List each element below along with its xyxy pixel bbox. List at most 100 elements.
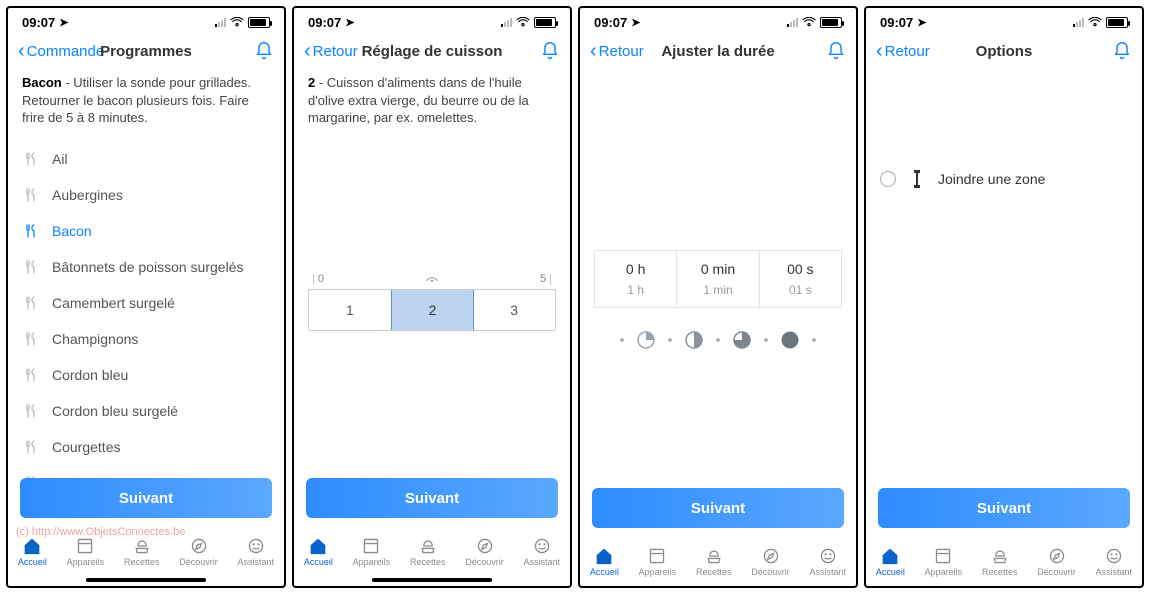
status-bar: 09:07➤: [8, 8, 284, 32]
program-list[interactable]: AilAuberginesBaconBâtonnets de poisson s…: [22, 141, 270, 478]
status-time: 09:07: [594, 15, 627, 30]
tab-recipes[interactable]: Recettes: [124, 537, 160, 567]
bell-icon[interactable]: [826, 41, 846, 61]
wifi-icon: [230, 17, 244, 27]
chevron-left-icon: ‹: [18, 41, 25, 61]
level-description: 2 - Cuisson d'aliments dans de l'huile d…: [308, 74, 556, 127]
utensils-icon: [24, 440, 38, 454]
list-item[interactable]: Camembert surgelé: [22, 285, 270, 321]
tab-assistant[interactable]: Assistant: [524, 537, 561, 567]
screen-reglage: 09:07➤ ‹Retour Réglage de cuisson 2 - Cu…: [292, 6, 572, 588]
home-indicator: [86, 578, 206, 582]
screen-programmes: 09:07➤ ‹Commande Programmes Bacon - Util…: [6, 6, 286, 588]
tab-home[interactable]: Accueil: [18, 537, 47, 567]
back-button[interactable]: ‹Retour: [304, 41, 358, 61]
tab-bar: Accueil Appareils Recettes Découvrir Assista…: [866, 536, 1142, 586]
tab-discover[interactable]: Découvrir: [1037, 547, 1076, 577]
status-bar: 09:07➤: [294, 8, 570, 32]
tab-home[interactable]: Accueil: [304, 537, 333, 567]
tab-bar: Accueil Appareils Recettes Découvrir Assista…: [580, 536, 856, 586]
battery-icon: [248, 17, 270, 28]
back-button[interactable]: ‹Retour: [876, 41, 930, 61]
tab-bar: Accueil Appareils Recettes Découvrir Assista…: [294, 526, 570, 576]
pie-quarter-icon: [636, 330, 656, 350]
segment-2[interactable]: 2: [391, 289, 475, 331]
tab-assistant[interactable]: Assistant: [238, 537, 275, 567]
tab-assistant[interactable]: Assistant: [810, 547, 847, 577]
tab-discover[interactable]: Découvrir: [465, 537, 504, 567]
zone-icon: [910, 170, 924, 188]
tab-devices[interactable]: Appareils: [353, 537, 391, 567]
bell-icon[interactable]: [540, 41, 560, 61]
battery-icon: [1106, 17, 1128, 28]
utensils-icon: [24, 188, 38, 202]
tab-discover[interactable]: Découvrir: [179, 537, 218, 567]
status-time: 09:07: [22, 15, 55, 30]
utensils-icon: [24, 296, 38, 310]
level-segmented[interactable]: 123: [308, 289, 556, 331]
tab-devices[interactable]: Appareils: [925, 547, 963, 577]
picker-column[interactable]: 00 s01 s: [760, 251, 841, 307]
tab-bar: Accueil Appareils Recettes Découvrir Assista…: [8, 526, 284, 576]
back-button[interactable]: ‹Retour: [590, 41, 644, 61]
screen-options: 09:07➤ ‹Retour Options Joindre une zone …: [864, 6, 1144, 588]
picker-column[interactable]: 0 h1 h: [595, 251, 677, 307]
location-icon: ➤: [345, 16, 354, 29]
back-button[interactable]: ‹Commande: [18, 41, 104, 61]
bell-icon[interactable]: [254, 41, 274, 61]
wifi-icon: [1088, 17, 1102, 27]
tab-recipes[interactable]: Recettes: [982, 547, 1018, 577]
next-button[interactable]: Suivant: [306, 478, 558, 518]
cellular-icon: [1073, 18, 1084, 27]
progress-dots: [594, 330, 842, 350]
nav-header: ‹Retour Réglage de cuisson: [294, 32, 570, 70]
location-icon: ➤: [917, 16, 926, 29]
list-item[interactable]: Champignons: [22, 321, 270, 357]
pie-full-icon: [780, 330, 800, 350]
next-button[interactable]: Suivant: [20, 478, 272, 518]
battery-icon: [534, 17, 556, 28]
tab-recipes[interactable]: Recettes: [410, 537, 446, 567]
tab-devices[interactable]: Appareils: [67, 537, 105, 567]
pie-half-icon: [684, 330, 704, 350]
home-indicator: [372, 578, 492, 582]
tab-assistant[interactable]: Assistant: [1096, 547, 1133, 577]
nav-header: ‹Retour Ajuster la durée: [580, 32, 856, 70]
tab-discover[interactable]: Découvrir: [751, 547, 790, 577]
pie-three-quarter-icon: [732, 330, 752, 350]
list-item[interactable]: Courgettes: [22, 429, 270, 465]
bell-icon[interactable]: [1112, 41, 1132, 61]
status-bar: 09:07 ➤: [580, 8, 856, 32]
battery-icon: [820, 17, 842, 28]
list-item[interactable]: Aubergines: [22, 177, 270, 213]
utensils-icon: [24, 224, 38, 238]
utensils-icon: [24, 152, 38, 166]
wifi-icon: [516, 17, 530, 27]
utensils-icon: [24, 260, 38, 274]
list-item[interactable]: Bâtonnets de poisson surgelés: [22, 249, 270, 285]
scale-min: | 0: [312, 273, 324, 285]
list-item[interactable]: Cordon bleu surgelé: [22, 393, 270, 429]
cellular-icon: [501, 18, 512, 27]
list-item[interactable]: Bacon: [22, 213, 270, 249]
tab-devices[interactable]: Appareils: [639, 547, 677, 577]
location-icon: ➤: [631, 16, 640, 29]
tab-home[interactable]: Accueil: [876, 547, 905, 577]
list-item[interactable]: Cordon bleu: [22, 357, 270, 393]
option-join-zone[interactable]: Joindre une zone: [880, 170, 1128, 188]
segment-3[interactable]: 3: [473, 290, 555, 330]
list-item[interactable]: Côtelettes: [22, 465, 270, 478]
next-button[interactable]: Suivant: [878, 488, 1130, 528]
radio-unchecked-icon[interactable]: [880, 171, 896, 187]
tab-home[interactable]: Accueil: [590, 547, 619, 577]
chevron-left-icon: ‹: [304, 41, 311, 61]
tab-recipes[interactable]: Recettes: [696, 547, 732, 577]
duration-picker[interactable]: 0 h1 h0 min1 min00 s01 s: [594, 250, 842, 308]
next-button[interactable]: Suivant: [592, 488, 844, 528]
segment-1[interactable]: 1: [309, 290, 392, 330]
status-bar: 09:07 ➤: [866, 8, 1142, 32]
picker-column[interactable]: 0 min1 min: [677, 251, 759, 307]
status-time: 09:07: [880, 15, 913, 30]
list-item[interactable]: Ail: [22, 141, 270, 177]
option-label: Joindre une zone: [938, 171, 1045, 187]
